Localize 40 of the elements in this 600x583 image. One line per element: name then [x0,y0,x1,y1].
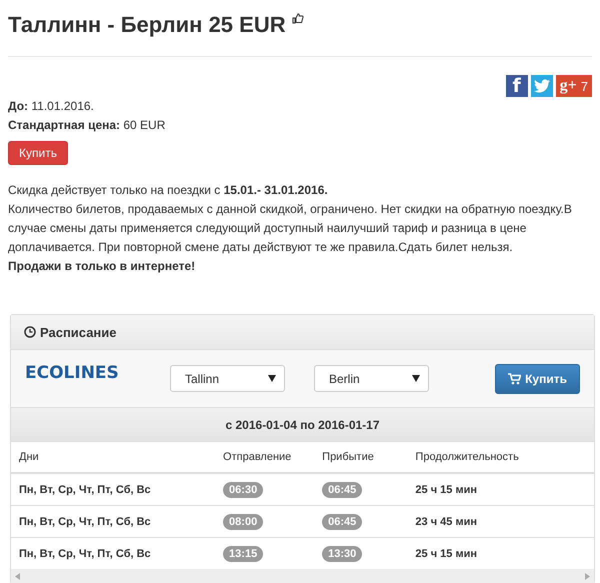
table-cell: 25 ч 15 мин [407,473,594,506]
facebook-share-button[interactable]: f [506,75,528,97]
detail-line: Стандартная цена: 60 EUR [8,117,166,134]
period-title: с 2016-01-04 по 2016-01-17 [11,407,594,442]
time-badge: 06:45 [322,514,362,530]
description-text: Продажи в только в интернете! [8,258,196,275]
horizontal-scrollbar[interactable] [11,569,594,583]
buy-button[interactable]: Купить [495,364,580,394]
company-logo: ECOLINES [25,362,120,382]
table-cell: 23 ч 45 мин [407,506,594,538]
panel-title: Расписание [40,324,116,340]
origin-select[interactable]: Tallinn [170,365,285,392]
scroll-left-icon[interactable] [15,572,20,580]
twitter-share-button[interactable] [530,75,553,97]
table-cell: Пн, Вт, Ср, Чт, Пт, Сб, Вс [11,538,216,569]
dropdown-caret-icon [268,375,276,382]
time-badge: 06:30 [223,482,264,498]
description-text: Количество билетов, продаваемых с данной скидкой, ограничено. Нет скидки на обратную поездку.В случае смены даты применяется следующий доступный наилучший тариф и разница в цене доплачивается. При повторной смене даты действуют те же правила.Сдать билет нельзя. [8,201,573,256]
page-title: Таллинн - Берлин 25 EUR [8,12,286,38]
scroll-right-icon[interactable] [585,572,590,580]
time-badge: 06:45 [322,482,362,498]
buy-button[interactable]: Купить [8,141,68,165]
time-badge: 13:30 [322,546,362,562]
description-text: Скидка действует только на поездки с 15.01.- 31.01.2016. [8,182,329,199]
destination-select[interactable]: Berlin [314,365,429,392]
column-header: Дни [11,442,216,473]
table-cell: Пн, Вт, Ср, Чт, Пт, Сб, Вс [11,506,216,538]
google-plus-share-button[interactable]: g+ 7 [556,75,592,97]
column-header: Отправление [215,442,314,473]
detail-line: До: 11.01.2016. [8,98,95,115]
cart-icon [508,372,522,384]
table-cell: 25 ч 15 мин [407,538,594,569]
column-header: Прибытие [314,442,408,473]
column-header: Продолжительность [407,442,594,473]
thumbs-up-icon[interactable] [292,12,304,24]
dropdown-caret-icon [412,375,420,382]
clock-icon [24,326,36,338]
table-cell: Пн, Вт, Ср, Чт, Пт, Сб, Вс [11,473,216,506]
time-badge: 13:15 [223,546,264,562]
time-badge: 08:00 [223,514,264,530]
